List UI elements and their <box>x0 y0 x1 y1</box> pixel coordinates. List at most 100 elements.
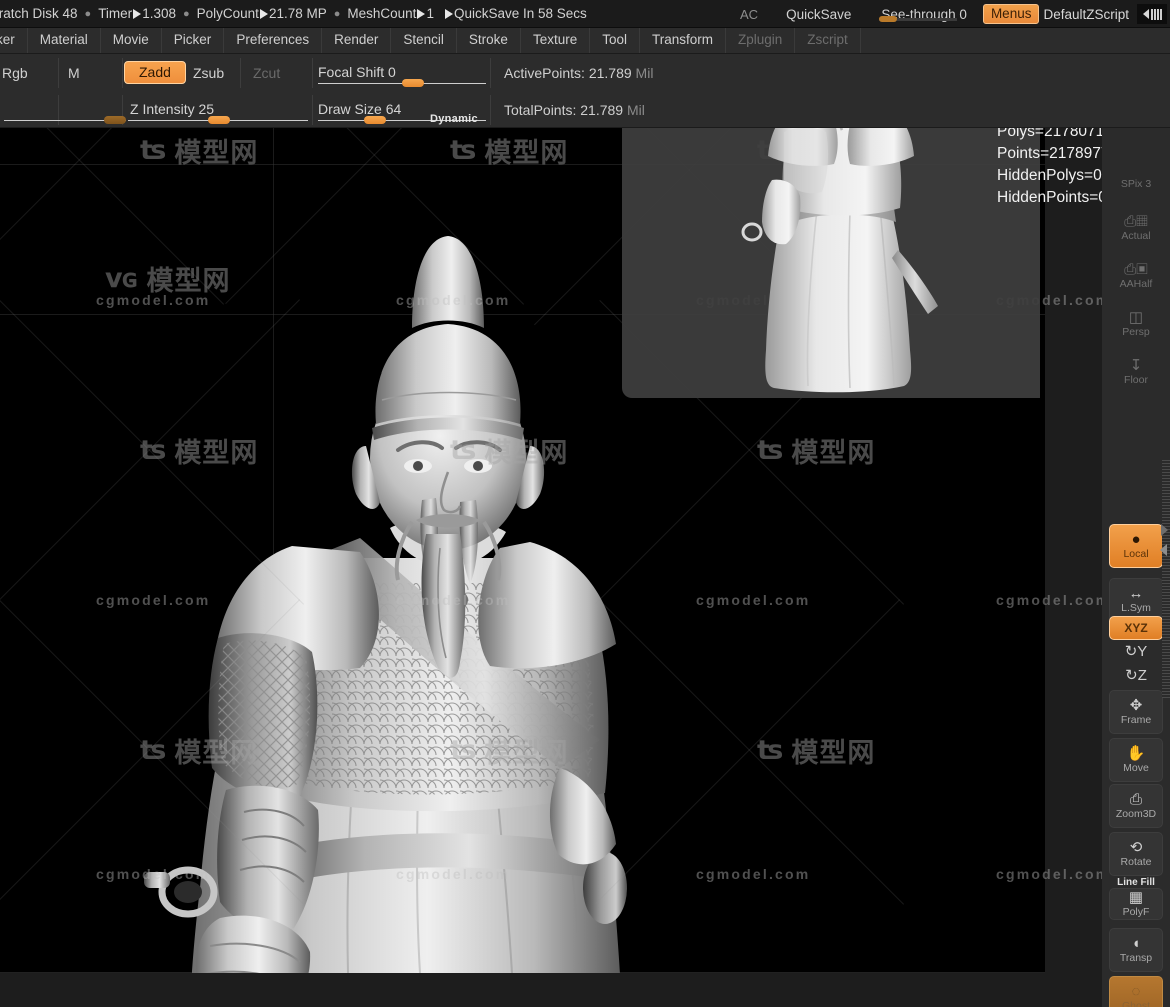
chevron-left-icon <box>1160 544 1167 556</box>
draw-size-label: Draw Size 64 <box>318 101 402 117</box>
zoom3d-button[interactable]: ⎙ Zoom3D <box>1109 784 1163 828</box>
magnifier-grid-icon: ⎙▦ <box>1124 213 1148 230</box>
material-m-button[interactable]: M <box>58 54 90 91</box>
zoom3d-label: Zoom3D <box>1115 808 1157 820</box>
rotate-z-button[interactable]: ↻Z <box>1109 664 1163 688</box>
menu-item-picker[interactable]: Picker <box>162 28 225 53</box>
default-zscript-button[interactable]: DefaultZScript <box>1043 7 1137 22</box>
tool-points: Points=21789778 <box>997 145 1119 162</box>
status-left-group: cratch Disk 48 ● Timer 1.308 ● PolyCount 2… <box>0 6 587 21</box>
menu-item-transform[interactable]: Transform <box>640 28 727 53</box>
floor-button[interactable]: ↧ Floor <box>1109 350 1163 394</box>
active-points-info: ActivePoints: 21.789 Mil <box>504 65 654 81</box>
status-dot: ● <box>333 7 341 20</box>
zscript-scroll-icon[interactable] <box>1137 4 1167 24</box>
persp-label: Persp <box>1122 326 1150 338</box>
see-through-value: 0 <box>959 6 967 22</box>
timer-status: Timer 1.308 <box>98 6 176 21</box>
focal-shift-knob[interactable] <box>402 79 424 87</box>
rgb-intensity-slider[interactable] <box>4 91 126 127</box>
ghost-button[interactable]: ◌ Ghost <box>1109 976 1163 1007</box>
magnifier-half-icon: ⎙▣ <box>1124 261 1148 278</box>
floor-label: Floor <box>1124 374 1148 386</box>
menu-item-texture[interactable]: Texture <box>521 28 591 53</box>
sidebar-arrows[interactable] <box>1159 520 1170 570</box>
hand-move-icon: ✋ <box>1126 745 1146 762</box>
dynamic-label[interactable]: Dynamic <box>430 113 478 125</box>
line-fill-label: Line Fill <box>1117 877 1155 888</box>
menu-item-movie[interactable]: Movie <box>101 28 162 53</box>
persp-button[interactable]: ◫ Persp <box>1109 302 1163 346</box>
rgb-button[interactable]: Rgb <box>0 54 38 91</box>
chevron-right-icon <box>1161 524 1168 536</box>
polyframe-icon: ▦ <box>1128 889 1144 906</box>
rotate-y-icon: ↻Y <box>1124 642 1148 660</box>
ghost-icon: ◌ <box>1131 983 1141 1000</box>
z-intensity-knob[interactable] <box>208 116 230 124</box>
lsym-label: L.Sym <box>1121 602 1151 614</box>
aahalf-label: AAHalf <box>1119 278 1153 290</box>
menu-item-stroke[interactable]: Stroke <box>457 28 521 53</box>
polyf-label: PolyF <box>1122 906 1150 918</box>
zsub-button[interactable]: Zsub <box>183 54 234 91</box>
rotate-z-icon: ↻Z <box>1125 666 1147 684</box>
local-button[interactable]: ● Local <box>1109 524 1163 568</box>
status-bar: cratch Disk 48 ● Timer 1.308 ● PolyCount 2… <box>0 0 1170 28</box>
menu-item-marker[interactable]: ker <box>0 28 28 53</box>
frame-label: Frame <box>1120 714 1152 726</box>
perspective-icon: ◫ <box>1128 309 1144 326</box>
rotate-label: Rotate <box>1120 856 1152 868</box>
tool-hidden-polys: HiddenPolys=0 <box>997 167 1102 184</box>
spix-label: SPix 3 <box>1120 178 1152 190</box>
brush-toolbar: Rgb M Zadd Zsub Zcut Focal Shift 0 Activ… <box>0 54 1170 128</box>
polycount-status: PolyCount 21.78 MP <box>196 6 327 21</box>
menu-item-preferences[interactable]: Preferences <box>224 28 323 53</box>
focal-shift-label: Focal Shift 0 <box>318 64 396 80</box>
symmetry-icon: ↔ <box>1128 585 1144 602</box>
meshcount-status: MeshCount 1 <box>347 6 434 21</box>
zoom3d-icon: ⎙ <box>1129 791 1142 808</box>
quicksave-countdown-status: QuickSave In 58 Secs <box>444 6 587 21</box>
frame-icon: ✥ <box>1129 697 1143 714</box>
local-pivot-icon: ● <box>1131 531 1141 548</box>
z-intensity-label: Z Intensity 25 <box>130 101 215 117</box>
ac-button[interactable]: AC <box>726 7 772 22</box>
status-right-group: AC QuickSave See-through 0 Menus Default… <box>726 0 1170 27</box>
rgb-intensity-knob[interactable] <box>104 116 126 124</box>
tool-hidden-points: HiddenPoints=0 <box>997 189 1107 206</box>
move-button[interactable]: ✋ Move <box>1109 738 1163 782</box>
xyz-label: XYZ <box>1124 620 1148 635</box>
menu-item-material[interactable]: Material <box>28 28 101 53</box>
z-intensity-slider[interactable]: Z Intensity 25 <box>128 91 308 127</box>
sidebar-scrollbar[interactable] <box>1162 458 1170 698</box>
menus-button[interactable]: Menus <box>982 4 1040 24</box>
status-dot: ● <box>84 7 92 20</box>
xyz-button[interactable]: XYZ <box>1109 616 1163 640</box>
actual-label: Actual <box>1121 230 1151 242</box>
menu-item-zplugin[interactable]: Zplugin <box>726 28 796 53</box>
local-label: Local <box>1123 548 1149 560</box>
actual-button[interactable]: ⎙▦ Actual <box>1109 206 1163 250</box>
rotate-button[interactable]: ⟲ Rotate <box>1109 832 1163 876</box>
zcut-button[interactable]: Zcut <box>243 54 290 91</box>
rotate-y-button[interactable]: ↻Y <box>1109 640 1163 664</box>
frame-button[interactable]: ✥ Frame <box>1109 690 1163 734</box>
see-through-slider[interactable]: See-through 0 <box>865 7 977 22</box>
transp-label: Transp <box>1119 952 1153 964</box>
menu-item-render[interactable]: Render <box>322 28 392 53</box>
menu-item-zscript[interactable]: Zscript <box>795 28 861 53</box>
see-through-knob[interactable] <box>879 15 898 22</box>
polyf-button[interactable]: ▦ PolyF <box>1109 888 1163 920</box>
draw-size-knob[interactable] <box>364 116 386 124</box>
focal-shift-slider[interactable]: Focal Shift 0 <box>318 54 486 91</box>
menu-item-stencil[interactable]: Stencil <box>391 28 457 53</box>
floor-grid-icon: ↧ <box>1129 357 1143 374</box>
quicksave-button[interactable]: QuickSave <box>772 7 865 22</box>
transp-button[interactable]: ◖ Transp <box>1109 928 1163 972</box>
rotate-icon: ⟲ <box>1129 839 1143 856</box>
zbrush-window: ᴠɢ 模型网 ʦ 模型网 ʦ 模型网 ʦ 模型网 ʦ 模型网 ʦ 模型网 ʦ 模型网 ʦ 模型… <box>0 0 1170 1007</box>
right-sidebar: SPix 3 ⎙▦ Actual ⎙▣ AAHalf ◫ Persp ↧ Flo… <box>1102 128 1170 1007</box>
ghost-label: Ghost <box>1121 1000 1150 1007</box>
aahalf-button[interactable]: ⎙▣ AAHalf <box>1109 254 1163 298</box>
menu-item-tool[interactable]: Tool <box>590 28 640 53</box>
